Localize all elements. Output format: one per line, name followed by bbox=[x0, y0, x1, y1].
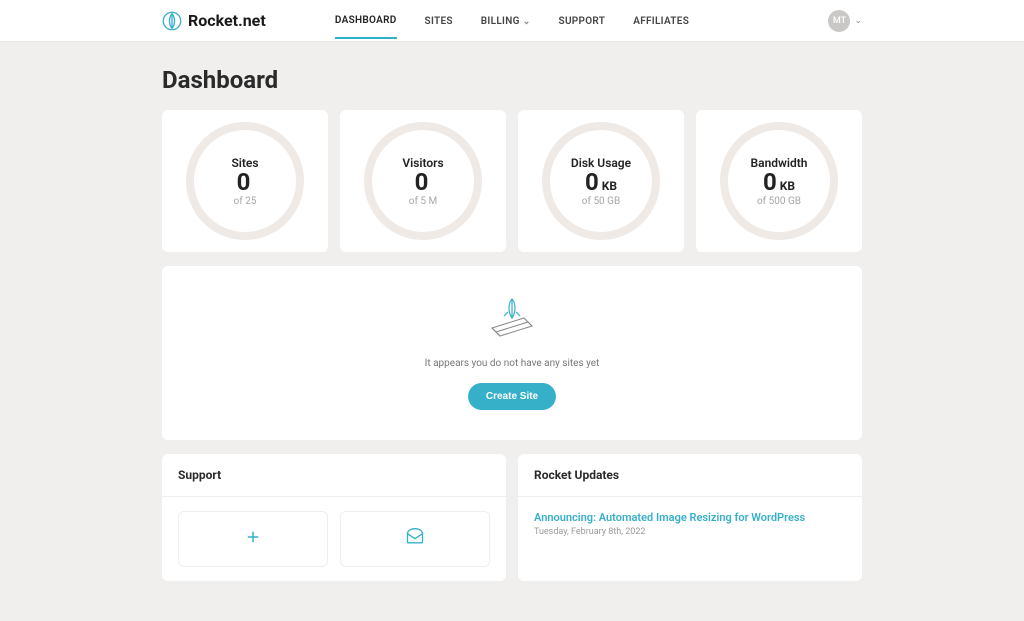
stat-title: Disk Usage bbox=[571, 156, 631, 170]
stat-value: 0 bbox=[585, 170, 599, 194]
rocket-logo-icon bbox=[162, 11, 182, 31]
main-content: Dashboard Sites 0 of 25 Visitors 0 of 5 … bbox=[162, 42, 862, 621]
new-ticket-button[interactable] bbox=[178, 511, 328, 567]
stat-ring: Disk Usage 0 KB of 50 GB bbox=[542, 122, 660, 240]
plus-icon bbox=[244, 528, 262, 550]
email-support-button[interactable] bbox=[340, 511, 490, 567]
create-site-button[interactable]: Create Site bbox=[468, 383, 556, 410]
stat-sub: of 5 M bbox=[409, 196, 438, 207]
nav-support-label: SUPPORT bbox=[559, 16, 606, 27]
stat-ring: Sites 0 of 25 bbox=[186, 122, 304, 240]
empty-message: It appears you do not have any sites yet bbox=[425, 358, 600, 369]
stat-value: 0 bbox=[237, 170, 251, 194]
stat-sub: of 500 GB bbox=[757, 196, 801, 207]
stat-unit: KB bbox=[780, 179, 795, 193]
nav-billing[interactable]: BILLING ⌄ bbox=[481, 2, 531, 39]
nav-sites-label: SITES bbox=[425, 16, 453, 27]
nav-billing-label: BILLING bbox=[481, 16, 520, 27]
envelope-icon bbox=[405, 527, 425, 551]
stat-value: 0 bbox=[763, 170, 777, 194]
empty-state: It appears you do not have any sites yet… bbox=[162, 266, 862, 440]
stats-row: Sites 0 of 25 Visitors 0 of 5 M Disk Usa… bbox=[162, 110, 862, 252]
nav-dashboard[interactable]: DASHBOARD bbox=[335, 2, 397, 39]
stat-title: Bandwidth bbox=[751, 156, 808, 170]
chevron-down-icon: ⌄ bbox=[854, 16, 862, 26]
updates-panel: Rocket Updates Announcing: Automated Ima… bbox=[518, 454, 862, 581]
nav-support[interactable]: SUPPORT bbox=[559, 2, 606, 39]
stat-card-visitors: Visitors 0 of 5 M bbox=[340, 110, 506, 252]
nav-dashboard-label: DASHBOARD bbox=[335, 15, 397, 26]
stat-unit: KB bbox=[602, 179, 617, 193]
update-item: Announcing: Automated Image Resizing for… bbox=[534, 511, 846, 537]
brand-name: Rocket.net bbox=[188, 11, 266, 30]
nav-affiliates-label: AFFILIATES bbox=[633, 16, 689, 27]
update-date: Tuesday, February 8th, 2022 bbox=[534, 527, 846, 537]
stat-ring: Bandwidth 0 KB of 500 GB bbox=[720, 122, 838, 240]
avatar: MT bbox=[828, 10, 850, 32]
updates-panel-title: Rocket Updates bbox=[518, 454, 862, 497]
nav-affiliates[interactable]: AFFILIATES bbox=[633, 2, 689, 39]
page-title: Dashboard bbox=[162, 66, 862, 94]
brand-logo[interactable]: Rocket.net bbox=[162, 11, 266, 31]
stat-card-bandwidth: Bandwidth 0 KB of 500 GB bbox=[696, 110, 862, 252]
topbar: Rocket.net DASHBOARD SITES BILLING ⌄ SUP… bbox=[0, 0, 1024, 42]
support-panel: Support bbox=[162, 454, 506, 581]
update-link[interactable]: Announcing: Automated Image Resizing for… bbox=[534, 511, 846, 524]
nav-sites[interactable]: SITES bbox=[425, 2, 453, 39]
chevron-down-icon: ⌄ bbox=[523, 17, 531, 27]
stat-sub: of 25 bbox=[234, 196, 257, 207]
user-menu[interactable]: MT ⌄ bbox=[828, 10, 862, 32]
top-nav: DASHBOARD SITES BILLING ⌄ SUPPORT AFFILI… bbox=[335, 2, 689, 39]
stat-sub: of 50 GB bbox=[582, 196, 620, 207]
laptop-rocket-icon bbox=[482, 294, 542, 344]
stat-ring: Visitors 0 of 5 M bbox=[364, 122, 482, 240]
stat-value: 0 bbox=[415, 170, 429, 194]
support-panel-title: Support bbox=[162, 454, 506, 497]
stat-card-disk: Disk Usage 0 KB of 50 GB bbox=[518, 110, 684, 252]
stat-card-sites: Sites 0 of 25 bbox=[162, 110, 328, 252]
lower-row: Support bbox=[162, 454, 862, 581]
